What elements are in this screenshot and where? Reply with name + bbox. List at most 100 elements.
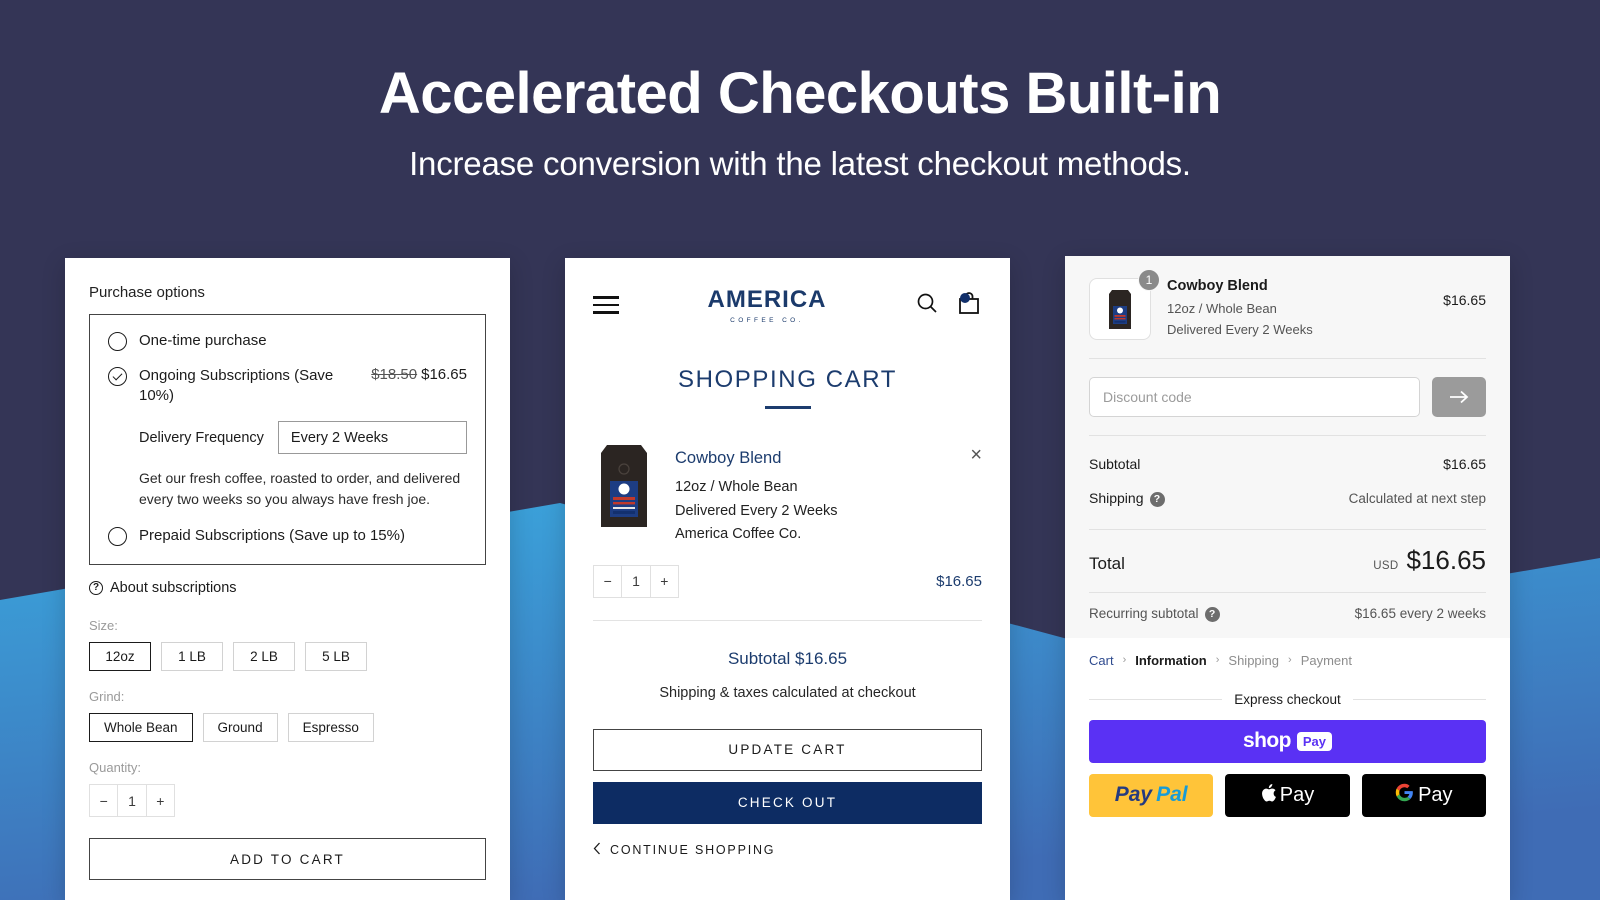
breadcrumb-item-cart[interactable]: Cart <box>1089 653 1114 668</box>
shop-pay-wordmark: shop <box>1243 729 1291 753</box>
hero-subtitle: Increase conversion with the latest chec… <box>409 144 1191 182</box>
breadcrumb: Cart › Information › Shipping › Payment <box>1089 638 1486 668</box>
price-original: $18.50 <box>371 365 418 383</box>
cart-item-variant: 12oz / Whole Bean <box>675 479 798 496</box>
size-option-1lb[interactable]: 1 LB <box>161 642 223 672</box>
purchase-options-label: Purchase options <box>89 284 205 301</box>
chevron-right-icon: › <box>1215 654 1220 667</box>
quantity-decrement-button[interactable]: − <box>90 785 119 817</box>
size-option-group: 12oz 1 LB 2 LB 5 LB <box>89 642 486 672</box>
chevron-right-icon: › <box>1122 654 1127 667</box>
size-label: Size: <box>89 618 118 634</box>
purchase-option-label: Prepaid Subscriptions (Save up to 15%) <box>139 526 405 544</box>
update-cart-button[interactable]: UPDATE CART <box>593 728 982 771</box>
shopping-bag-icon[interactable] <box>956 290 982 321</box>
recurring-help-icon[interactable]: ? <box>1204 606 1220 622</box>
store-logo[interactable]: AMERICA COFFEE CO. <box>708 286 827 324</box>
breadcrumb-item-payment[interactable]: Payment <box>1301 653 1352 668</box>
summary-item-delivery: Delivered Every 2 Weeks <box>1167 321 1313 337</box>
grind-option-espresso[interactable]: Espresso <box>287 713 374 743</box>
summary-item-price: $16.65 <box>1443 292 1486 308</box>
total-currency: USD <box>1373 559 1399 572</box>
shipping-help-icon[interactable]: ? <box>1149 491 1165 507</box>
radio-icon-ongoing-checked[interactable] <box>108 366 127 386</box>
check-out-button[interactable]: CHECK OUT <box>593 781 982 824</box>
quantity-increment-button[interactable]: + <box>147 785 174 816</box>
divider-line-left <box>1089 698 1223 700</box>
cart-quantity-increment-button[interactable]: + <box>651 566 678 597</box>
summary-item-name: Cowboy Blend <box>1167 278 1268 294</box>
remove-item-icon[interactable]: × <box>970 445 982 465</box>
cart-divider <box>593 619 982 621</box>
quantity-value[interactable]: 1 <box>118 785 147 817</box>
quantity-stepper: − 1 + <box>89 784 175 818</box>
hamburger-menu-icon[interactable] <box>593 291 619 319</box>
purchase-option-label: One-time purchase <box>139 332 267 349</box>
cart-item-name[interactable]: Cowboy Blend <box>675 449 982 468</box>
delivery-frequency-select[interactable]: Every 2 Weeks <box>277 421 467 455</box>
subtotal-row: Subtotal $16.65 <box>1089 447 1486 481</box>
continue-shopping-label: CONTINUE SHOPPING <box>610 842 776 857</box>
purchase-option-one-time[interactable]: One-time purchase <box>108 331 467 352</box>
cart-quantity-decrement-button[interactable]: − <box>594 565 623 597</box>
shipping-value: Calculated at next step <box>1348 490 1486 506</box>
total-value: $16.65 <box>1406 544 1486 575</box>
google-pay-label: Pay <box>1418 783 1453 806</box>
purchase-option-prepaid[interactable]: Prepaid Subscriptions (Save up to 15%) <box>108 526 467 547</box>
search-icon[interactable] <box>915 291 939 320</box>
divider-line-right <box>1352 698 1486 700</box>
cart-line-item: Cowboy Blend 12oz / Whole Bean Delivered… <box>593 439 982 546</box>
checkout-summary-panel: 1 Cowboy Blend 12oz / Whole Bean Deliver… <box>1065 256 1510 900</box>
purchase-option-price: $18.50 $16.65 <box>365 366 467 383</box>
apple-pay-button[interactable]: Pay <box>1225 773 1350 817</box>
discount-code-input[interactable] <box>1089 377 1420 418</box>
product-image <box>593 439 655 531</box>
cart-item-footer: − 1 + $16.65 <box>593 564 982 598</box>
purchase-option-ongoing[interactable]: Ongoing Subscriptions (Save 10%) $18.50 $… <box>108 366 467 407</box>
grind-option-whole-bean[interactable]: Whole Bean <box>89 713 193 743</box>
shipping-row: Shipping? Calculated at next step <box>1089 481 1486 516</box>
about-subscriptions-link[interactable]: ? About subscriptions <box>89 580 486 596</box>
shopping-cart-panel: AMERICA COFFEE CO. SHOPPING CART Cowboy … <box>565 258 1010 900</box>
cart-quantity-value[interactable]: 1 <box>622 565 651 597</box>
shipping-label: Shipping <box>1089 490 1144 507</box>
product-options-panel: Purchase options One-time purchase Ongoi… <box>65 258 510 900</box>
total-amount-wrap: USD $16.65 <box>1373 545 1486 576</box>
shop-pay-button[interactable]: shop Pay <box>1089 719 1486 763</box>
page-title: SHOPPING CART <box>677 366 898 393</box>
google-pay-button[interactable]: Pay <box>1361 773 1486 817</box>
delivery-frequency-label: Delivery Frequency <box>139 429 264 446</box>
quantity-label: Quantity: <box>89 760 142 776</box>
breadcrumb-item-information[interactable]: Information <box>1135 653 1207 668</box>
hero-section: Accelerated Checkouts Built-in Increase … <box>0 61 1600 183</box>
summary-line-item: 1 Cowboy Blend 12oz / Whole Bean Deliver… <box>1089 269 1486 358</box>
discount-row <box>1089 359 1486 435</box>
subscription-description: Get our fresh coffee, roasted to order, … <box>139 470 461 507</box>
title-underline <box>764 406 811 410</box>
grind-option-ground[interactable]: Ground <box>202 713 278 743</box>
chevron-right-icon: › <box>1288 654 1292 667</box>
breadcrumb-item-shipping[interactable]: Shipping <box>1228 653 1279 668</box>
size-option-12oz[interactable]: 12oz <box>89 642 151 672</box>
apple-pay-label: Pay <box>1279 783 1315 806</box>
total-label: Total <box>1089 553 1125 573</box>
cart-item-details: Cowboy Blend 12oz / Whole Bean Delivered… <box>675 439 982 546</box>
summary-item-details: Cowboy Blend 12oz / Whole Bean Delivered… <box>1167 278 1427 340</box>
radio-icon-one-time[interactable] <box>108 332 127 351</box>
shipping-label-wrap: Shipping? <box>1089 490 1165 507</box>
continue-shopping-link[interactable]: CONTINUE SHOPPING <box>593 842 982 858</box>
chevron-left-icon <box>593 842 601 858</box>
size-option-5lb[interactable]: 5 LB <box>305 642 367 672</box>
logo-tagline: COFFEE CO. <box>730 317 804 324</box>
paypal-button[interactable]: Pay Pal <box>1089 773 1214 817</box>
cart-subtotal: Subtotal $16.65 <box>727 648 848 668</box>
about-subscriptions-label: About subscriptions <box>110 580 237 597</box>
add-to-cart-button[interactable]: ADD TO CART <box>89 838 486 881</box>
size-option-2lb[interactable]: 2 LB <box>233 642 295 672</box>
apply-discount-button[interactable] <box>1432 377 1486 418</box>
header-icons <box>915 290 982 321</box>
radio-icon-prepaid[interactable] <box>108 526 127 546</box>
paypal-wordmark-pal: Pal <box>1156 783 1188 807</box>
paypal-wordmark-pay: Pay <box>1114 783 1153 807</box>
total-row: Total USD $16.65 <box>1089 530 1486 592</box>
